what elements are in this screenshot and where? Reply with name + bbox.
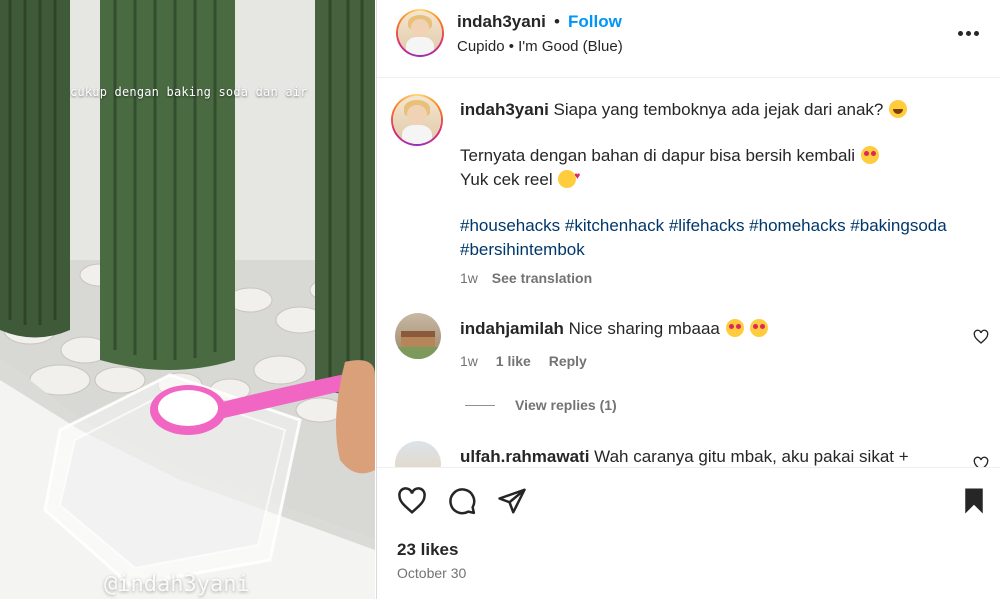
caption-line-1: Siapa yang temboknya ada jejak dari anak… — [553, 100, 884, 119]
more-options-icon[interactable] — [958, 22, 982, 46]
comment-username[interactable]: indahjamilah — [460, 319, 564, 338]
commenter-avatar[interactable] — [395, 441, 441, 467]
comment-icon[interactable] — [447, 486, 477, 516]
caption-time: 1w — [460, 270, 478, 286]
bookmark-icon[interactable] — [959, 486, 989, 516]
caption-line-3: Yuk cek reel — [460, 170, 553, 189]
caption-hashtags[interactable]: #househacks #kitchenhack #lifehacks #hom… — [460, 214, 980, 262]
audio-attribution[interactable]: Cupido • I'm Good (Blue) — [457, 38, 623, 55]
caption-avatar[interactable] — [391, 94, 443, 146]
hashtags-line-1[interactable]: #househacks #kitchenhack #lifehacks #hom… — [460, 214, 980, 238]
comment-time: 1w — [460, 353, 478, 369]
post-date: October 30 — [397, 565, 467, 581]
caption-line-2: Ternyata dengan bahan di dapur bisa bers… — [460, 146, 856, 165]
heart-eyes-emoji-icon — [725, 319, 744, 337]
caption-username[interactable]: indah3yani — [460, 100, 549, 119]
post-media[interactable]: cukup dengan baking soda dan air @indah3… — [0, 0, 375, 599]
comment-username[interactable]: ulfah.rahmawati — [460, 447, 589, 466]
comment-meta: 1w 1 like Reply — [460, 353, 587, 369]
heart-icon[interactable] — [397, 486, 427, 516]
share-icon[interactable] — [497, 486, 527, 516]
post-actions: 23 likes October 30 — [377, 467, 1000, 599]
comment-text: Nice sharing mbaaa — [568, 319, 720, 338]
post-header: indah3yani • Follow Cupido • I'm Good (B… — [377, 0, 1000, 78]
follow-button[interactable]: Follow — [568, 12, 622, 32]
comment: ulfah.rahmawati Wah caranya gitu mbak, a… — [460, 445, 960, 467]
smiling-hearts-emoji-icon — [558, 165, 580, 189]
comment: indahjamilah Nice sharing mbaaa — [460, 317, 960, 341]
hashtags-line-2[interactable]: #bersihintembok — [460, 238, 980, 262]
comment-text: Wah caranya gitu mbak, aku pakai sikat + — [594, 447, 909, 466]
post-caption: indah3yani Siapa yang temboknya ada jeja… — [460, 98, 980, 286]
comments-section[interactable]: indah3yani Siapa yang temboknya ada jeja… — [377, 79, 1000, 467]
replies-divider — [465, 405, 495, 406]
post-panel: indah3yani • Follow Cupido • I'm Good (B… — [376, 0, 1000, 599]
laughing-emoji-icon — [889, 100, 908, 118]
header-separator: • — [554, 12, 560, 31]
video-watermark: @indah3yani — [104, 572, 250, 597]
comment-like-heart-icon[interactable] — [973, 329, 989, 345]
comment-like-heart-icon[interactable] — [973, 456, 989, 467]
see-translation-link[interactable]: See translation — [492, 270, 592, 286]
video-overlay-text: cukup dengan baking soda dan air — [70, 85, 308, 99]
view-replies-button[interactable]: View replies (1) — [515, 397, 617, 413]
author-avatar[interactable] — [396, 9, 444, 57]
heart-eyes-emoji-icon — [750, 319, 769, 337]
heart-eyes-emoji-icon — [860, 146, 879, 164]
commenter-avatar[interactable] — [395, 313, 441, 359]
comment-likes[interactable]: 1 like — [496, 353, 531, 369]
author-username[interactable]: indah3yani — [457, 12, 546, 32]
reply-button[interactable]: Reply — [549, 353, 587, 369]
likes-count[interactable]: 23 likes — [397, 540, 458, 560]
